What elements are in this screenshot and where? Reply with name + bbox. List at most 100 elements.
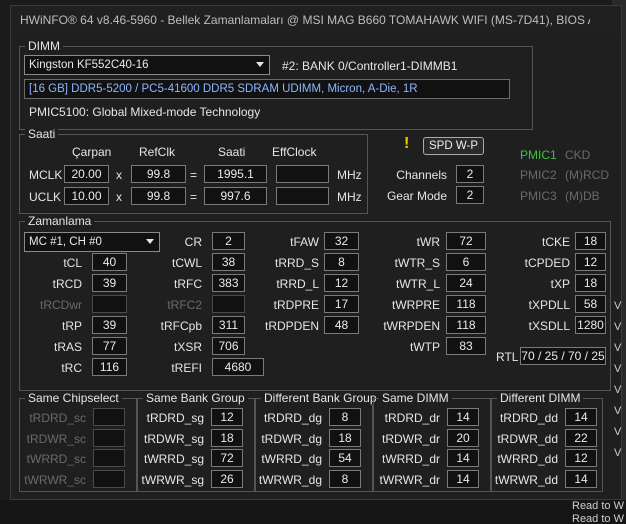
gear-mode-label: Gear Mode xyxy=(386,189,447,203)
warning-icon: ! xyxy=(404,135,410,152)
timing-cr-label: CR xyxy=(184,235,202,249)
dimm-group: DIMM Kingston KF552C40-16 #2: BANK 0/Con… xyxy=(19,39,533,130)
timing-twrrd_dr-value: 14 xyxy=(447,449,479,467)
timing-trdrd_sc-value xyxy=(93,408,125,426)
timing-tcpded-value: 12 xyxy=(575,253,606,271)
timing-twrwr_dd-value: 14 xyxy=(565,469,597,488)
saati-group: Saati Çarpan RefClk Saati EffClock MCLK … xyxy=(19,127,368,214)
timing-trfcpb-label: tRFCpb xyxy=(160,319,202,333)
dimm-description: [16 GB] DDR5-5200 / PC5-41600 DDR5 SDRAM… xyxy=(24,79,510,99)
timing-tcke-value: 18 xyxy=(575,232,606,250)
timing-trrd_s-value: 8 xyxy=(324,253,359,271)
pmic3-rail: (M)DB xyxy=(565,189,600,203)
background-window-bottom xyxy=(0,500,626,524)
pmic1-label: PMIC1 xyxy=(520,148,557,162)
timing-trdpden-value: 48 xyxy=(324,316,359,334)
timing-tcwl-label: tCWL xyxy=(172,256,202,270)
timing-trp-value: 39 xyxy=(92,316,127,334)
timing-trcd-value: 39 xyxy=(92,274,127,292)
timing-twr-label: tWR xyxy=(416,235,440,249)
timing-tcke-label: tCKE xyxy=(541,235,570,249)
timing-twrrd_dr-label: tWRRD_dr xyxy=(381,452,440,466)
background-text: Read to W xyxy=(572,513,624,524)
timing-trefi-label: tREFI xyxy=(171,361,202,375)
timing-twtr_l-value: 24 xyxy=(446,274,486,292)
zamanlama-group-title: Zamanlama xyxy=(25,214,95,228)
saati-group-title: Saati xyxy=(25,127,59,141)
mclk-refclk: 99.8 xyxy=(131,165,186,183)
timing-trdrd_sg-label: tRDRD_sg xyxy=(146,411,204,425)
timing-trfc-value: 383 xyxy=(212,274,245,292)
timing-trdrd_dg-label: tRDRD_dg xyxy=(263,411,322,425)
timing-trcdwr-value xyxy=(92,295,127,313)
timing-txp-label: tXP xyxy=(550,277,570,291)
chevron-down-icon xyxy=(256,62,264,67)
timing-trrd_l-label: tRRD_L xyxy=(276,277,319,291)
timing-twr-value: 72 xyxy=(446,232,486,250)
timing-twrpre-value: 118 xyxy=(446,295,486,313)
timing-trdpre-label: tRDPRE xyxy=(273,298,319,312)
timing-tcpded-label: tCPDED xyxy=(524,256,570,270)
timing-trrd_s-label: tRRD_S xyxy=(274,256,319,270)
timing-trfc2-label: tRFC2 xyxy=(167,298,202,312)
timing-trdrd_dd-value: 14 xyxy=(565,408,597,426)
dimm-group-title: DIMM xyxy=(25,39,63,53)
channels-label: Channels xyxy=(396,168,447,182)
timing-group-title: Same Chipselect xyxy=(25,391,122,405)
timing-trcdwr-label: tRCDwr xyxy=(40,298,82,312)
timing-txsr-value: 706 xyxy=(212,337,245,355)
header-refclk: RefClk xyxy=(139,145,176,159)
timing-group-title: Same Bank Group xyxy=(143,391,248,405)
timing-twrwr_dr-value: 14 xyxy=(447,469,479,488)
timing-trdrd_dr-label: tRDRD_dr xyxy=(384,411,440,425)
uclk-equals: = xyxy=(190,190,198,204)
channels-value: 2 xyxy=(456,165,484,183)
timing-twrwr_sg-label: tWRWR_sg xyxy=(141,472,204,487)
mclk-unit: MHz xyxy=(337,168,362,182)
timing-trdwr_dr-value: 20 xyxy=(447,428,479,447)
timing-group-5: Different DIMM tRDRD_dd 14 tRDWR_dd 22 tWRRD_… xyxy=(491,391,603,492)
pmic2-rail: (M)RCD xyxy=(565,168,609,182)
timing-twtr_s-value: 6 xyxy=(446,253,486,271)
title-bar[interactable]: HWiNFO® 64 v8.46-5960 - Bellek Zamanlama… xyxy=(11,6,621,33)
mclk-clock: 1995.1 xyxy=(204,165,267,183)
timing-trdrd_sc-label: tRDRD_sc xyxy=(29,411,86,425)
timing-twrrd_sc-label: tWRRD_sc xyxy=(26,452,86,466)
timing-trcd-label: tRCD xyxy=(52,277,82,291)
timing-trdpre-value: 17 xyxy=(324,295,359,313)
window-title: HWiNFO® 64 v8.46-5960 - Bellek Zamanlama… xyxy=(20,13,590,27)
timing-twrpden-label: tWRPDEN xyxy=(383,319,440,333)
spd-wp-button[interactable]: SPD W-P xyxy=(423,137,484,155)
timing-tras-value: 77 xyxy=(92,337,127,355)
pmic-info: PMIC5100: Global Mixed-mode Technology xyxy=(29,105,261,119)
timing-trdwr_dr-label: tRDWR_dr xyxy=(381,431,440,446)
timing-trdwr_sc-label: tRDWR_sc xyxy=(26,431,86,446)
timing-trdpden-label: tRDPDEN xyxy=(264,319,319,333)
timing-twtr_l-label: tWTR_L xyxy=(395,277,440,291)
mclk-multiplier: 20.00 xyxy=(64,165,109,183)
timing-twrpre-label: tWRPRE xyxy=(392,298,440,312)
uclk-unit: MHz xyxy=(337,190,362,204)
timing-twtp-label: tWTP xyxy=(410,340,440,354)
timing-trc-value: 116 xyxy=(92,358,127,376)
uclk-refclk: 99.8 xyxy=(131,187,186,205)
memory-timings-window: HWiNFO® 64 v8.46-5960 - Bellek Zamanlama… xyxy=(10,5,622,500)
timing-twrwr_dd-label: tWRWR_dd xyxy=(494,472,558,487)
gear-mode-value: 2 xyxy=(456,186,484,204)
timing-trp-label: tRP xyxy=(61,319,82,333)
memory-controller-select[interactable]: MC #1, CH #0 xyxy=(24,232,160,252)
mclk-label: MCLK xyxy=(29,168,63,182)
timing-twrrd_dg-value: 54 xyxy=(329,449,361,467)
timing-trc-label: tRC xyxy=(61,361,82,375)
timing-trdwr_sg-value: 18 xyxy=(211,428,243,447)
timing-twrwr_dg-label: tWRWR_dg xyxy=(258,472,322,487)
timing-twrrd_sc-value xyxy=(93,449,125,467)
dimm-slot-label: #2: BANK 0/Controller1-DIMMB1 xyxy=(282,59,458,73)
timing-tcwl-value: 38 xyxy=(212,253,245,271)
module-select[interactable]: Kingston KF552C40-16 xyxy=(24,55,270,75)
timing-twrpden-value: 118 xyxy=(446,316,486,334)
timing-twrwr_dr-label: tWRWR_dr xyxy=(379,472,440,487)
background-text: V xyxy=(614,405,622,417)
uclk-label: UCLK xyxy=(29,190,62,204)
pmic1-rail: CKD xyxy=(565,148,591,162)
